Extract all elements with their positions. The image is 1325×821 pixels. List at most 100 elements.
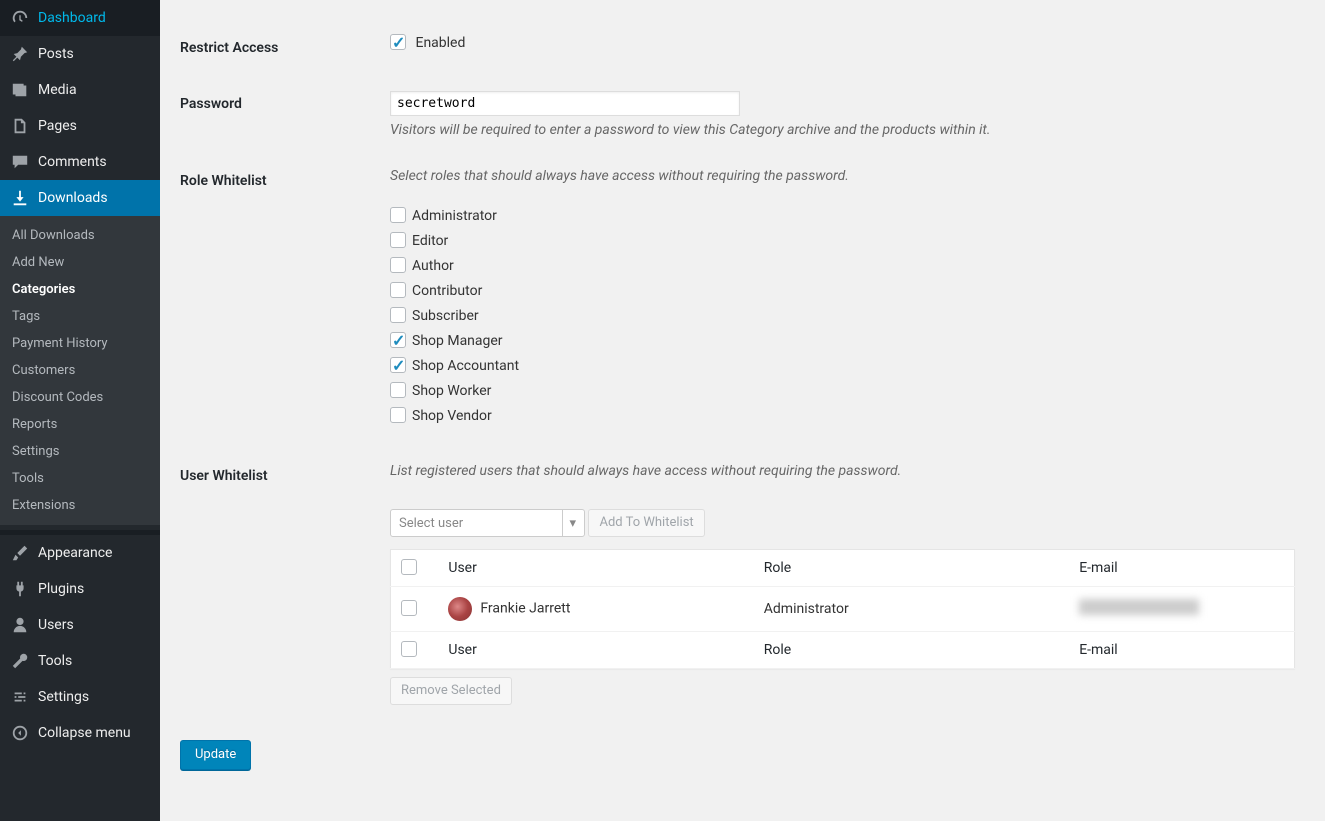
collapse-icon [10,723,30,743]
role-option-editor[interactable]: Editor [390,233,1295,249]
role-checkbox[interactable] [390,332,406,348]
avatar [448,597,472,621]
role-checkbox[interactable] [390,382,406,398]
sidebar-subitem-extensions[interactable]: Extensions [0,492,160,519]
select-all-checkbox-bottom[interactable] [401,641,417,657]
settings-form-table: Restrict Access Enabled Password Visitor… [180,20,1305,720]
role-checkbox[interactable] [390,232,406,248]
user-icon [10,615,30,635]
sidebar-item-label: Collapse menu [38,725,131,741]
table-row: Frankie Jarrett Administrator [391,587,1295,632]
admin-sidebar: Dashboard Posts Media Pages Comments Download… [0,0,160,821]
role-label: Author [412,258,454,274]
dashboard-icon [10,8,30,28]
sidebar-item-collapse-menu[interactable]: Collapse menu [0,715,160,751]
role-checkbox[interactable] [390,282,406,298]
sidebar-subitem-add-new[interactable]: Add New [0,249,160,276]
enabled-checkbox[interactable] [390,34,406,50]
password-input[interactable] [390,91,740,116]
download-icon [10,188,30,208]
role-label: Editor [412,233,448,249]
add-to-whitelist-button[interactable]: Add To Whitelist [588,509,704,537]
role-checkbox[interactable] [390,307,406,323]
role-option-subscriber[interactable]: Subscriber [390,308,1295,324]
role-option-shop-vendor[interactable]: Shop Vendor [390,408,1295,424]
main-content: Restrict Access Enabled Password Visitor… [160,0,1325,821]
user-whitelist-description: List registered users that should always… [390,463,1295,479]
sidebar-item-plugins[interactable]: Plugins [0,571,160,607]
sidebar-subitem-all-downloads[interactable]: All Downloads [0,222,160,249]
role-label: Contributor [412,283,482,299]
role-label: Shop Worker [412,383,491,399]
user-email-redacted [1079,599,1199,615]
col-user-header[interactable]: User [438,550,753,587]
sidebar-item-label: Dashboard [38,10,106,26]
sidebar-item-downloads[interactable]: Downloads [0,180,160,216]
sidebar-item-label: Settings [38,689,89,705]
table-footer-row: User Role E-mail [391,632,1295,669]
sidebar-subitem-customers[interactable]: Customers [0,357,160,384]
sidebar-item-posts[interactable]: Posts [0,36,160,72]
sidebar-subitem-categories[interactable]: Categories [0,276,160,303]
pin-icon [10,44,30,64]
role-checkbox[interactable] [390,207,406,223]
sidebar-subitem-tags[interactable]: Tags [0,303,160,330]
user-role: Administrator [754,587,1069,632]
restrict-access-label: Restrict Access [180,20,380,76]
sidebar-item-tools[interactable]: Tools [0,643,160,679]
sidebar-subitem-settings[interactable]: Settings [0,438,160,465]
select-all-checkbox-top[interactable] [401,559,417,575]
role-checkbox[interactable] [390,407,406,423]
media-icon [10,80,30,100]
enabled-label: Enabled [415,35,465,51]
select-user-dropdown[interactable]: Select user ▾ [390,509,585,537]
user-name: Frankie Jarrett [480,601,570,617]
col-role-header[interactable]: Role [754,550,1069,587]
sidebar-item-media[interactable]: Media [0,72,160,108]
remove-selected-button[interactable]: Remove Selected [390,677,512,705]
role-label: Shop Accountant [412,358,519,374]
sidebar-item-appearance[interactable]: Appearance [0,535,160,571]
sidebar-subitem-payment-history[interactable]: Payment History [0,330,160,357]
sidebar-item-settings[interactable]: Settings [0,679,160,715]
enabled-field[interactable]: Enabled [390,35,465,51]
sidebar-item-dashboard[interactable]: Dashboard [0,0,160,36]
col-user-footer[interactable]: User [438,632,753,669]
user-whitelist-label: User Whitelist [180,448,380,720]
sidebar-item-label: Users [38,617,74,633]
col-email-footer[interactable]: E-mail [1069,632,1294,669]
sidebar-submenu: All DownloadsAdd NewCategoriesTagsPaymen… [0,216,160,525]
sidebar-subitem-discount-codes[interactable]: Discount Codes [0,384,160,411]
role-option-administrator[interactable]: Administrator [390,208,1295,224]
password-label: Password [180,76,380,153]
role-option-shop-worker[interactable]: Shop Worker [390,383,1295,399]
role-option-contributor[interactable]: Contributor [390,283,1295,299]
wrench-icon [10,651,30,671]
update-button[interactable]: Update [180,740,251,770]
role-checkbox[interactable] [390,357,406,373]
role-checklist: Administrator Editor Author Contributor Subs… [390,208,1295,424]
plug-icon [10,579,30,599]
col-role-footer[interactable]: Role [754,632,1069,669]
sidebar-subitem-tools[interactable]: Tools [0,465,160,492]
select-user-placeholder: Select user [399,516,463,531]
sidebar-item-comments[interactable]: Comments [0,144,160,180]
table-header-row: User Role E-mail [391,550,1295,587]
sidebar-item-pages[interactable]: Pages [0,108,160,144]
sidebar-item-label: Media [38,82,77,98]
col-email-header[interactable]: E-mail [1069,550,1294,587]
role-option-author[interactable]: Author [390,258,1295,274]
sidebar-item-label: Plugins [38,581,84,597]
role-option-shop-manager[interactable]: Shop Manager [390,333,1295,349]
sidebar-item-users[interactable]: Users [0,607,160,643]
sidebar-subitem-reports[interactable]: Reports [0,411,160,438]
sidebar-item-label: Appearance [38,545,112,561]
role-label: Shop Vendor [412,408,492,424]
row-checkbox[interactable] [401,600,417,616]
role-checkbox[interactable] [390,257,406,273]
sidebar-item-label: Comments [38,154,107,170]
role-label: Administrator [412,208,497,224]
role-option-shop-accountant[interactable]: Shop Accountant [390,358,1295,374]
page-icon [10,116,30,136]
settings-icon [10,687,30,707]
